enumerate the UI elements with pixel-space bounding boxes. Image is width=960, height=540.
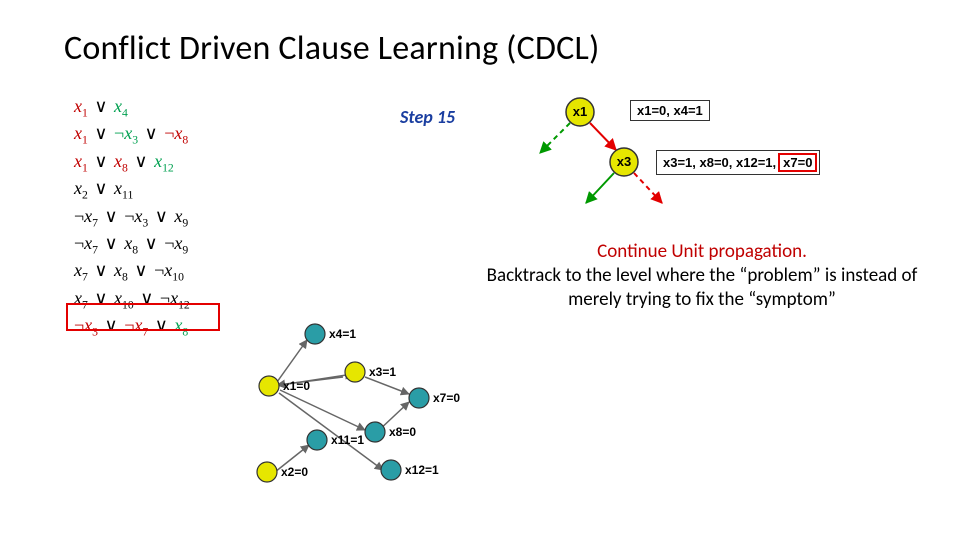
clause-list: x1 ∨ x4x1 ∨ ¬x3 ∨ ¬x8x1 ∨ x8 ∨ x12x2 ∨ x…	[74, 94, 190, 341]
clause-row: x1 ∨ x8 ∨ x12	[74, 149, 190, 176]
node-x7	[409, 388, 429, 408]
tree-edge-x3-right	[634, 173, 662, 203]
implication-graph: x1=0 x3=1 x2=0 x4=1 x11=1 x7=0 x8=0 x12=…	[235, 310, 495, 510]
tree-info-x3-a: x3=1, x8=0, x12=1,	[663, 155, 776, 170]
clause-row: x7 ∨ x10 ∨ ¬x12	[74, 286, 190, 313]
node-x1	[259, 376, 279, 396]
graph-edges	[275, 340, 409, 472]
tree-edge-x1-right	[590, 123, 616, 150]
clause-row: ¬x3 ∨ ¬x7 ∨ x8	[74, 313, 190, 340]
tree-node-x3-label: x3	[617, 154, 631, 169]
node-x4	[305, 324, 325, 344]
tree-edge-x1-left	[540, 123, 570, 153]
caption: Continue Unit propagation. Backtrack to …	[482, 240, 922, 311]
node-x11-label: x11=1	[331, 433, 364, 447]
caption-line1: Continue Unit propagation.	[482, 240, 922, 264]
slide-root: Conflict Driven Clause Learning (CDCL) x…	[0, 0, 960, 540]
graph-nodes: x1=0 x3=1 x2=0 x4=1 x11=1 x7=0 x8=0 x12=…	[257, 324, 460, 482]
clause-row: x1 ∨ ¬x3 ∨ ¬x8	[74, 121, 190, 148]
node-x2-label: x2=0	[281, 465, 308, 479]
clause-row: ¬x7 ∨ x8 ∨ ¬x9	[74, 231, 190, 258]
tree-edge-x3-left	[586, 173, 614, 203]
tree-info-x3: x3=1, x8=0, x12=1,x7=0	[656, 150, 820, 175]
tree-info-x3-b: x7=0	[778, 153, 817, 172]
node-x12-label: x12=1	[405, 463, 439, 477]
node-x1-label: x1=0	[283, 379, 310, 393]
node-x12	[381, 460, 401, 480]
page-title: Conflict Driven Clause Learning (CDCL)	[64, 28, 599, 69]
tree-node-x1-label: x1	[573, 104, 587, 119]
node-x4-label: x4=1	[329, 327, 356, 341]
clause-row: x7 ∨ x8 ∨ ¬x10	[74, 258, 190, 285]
clause-row: x2 ∨ x11	[74, 176, 190, 203]
step-label: Step 15	[400, 106, 455, 128]
node-x11	[307, 430, 327, 450]
node-x7-label: x7=0	[433, 391, 460, 405]
node-x8	[365, 422, 385, 442]
caption-rest: Backtrack to the level where the “proble…	[482, 264, 922, 312]
clause-row: x1 ∨ x4	[74, 94, 190, 121]
node-x3-label: x3=1	[369, 365, 396, 379]
tree-info-x1: x1=0, x4=1	[630, 100, 710, 121]
node-x8-label: x8=0	[389, 425, 416, 439]
node-x3	[345, 362, 365, 382]
node-x2	[257, 462, 277, 482]
clause-row: ¬x7 ∨ ¬x3 ∨ x9	[74, 204, 190, 231]
